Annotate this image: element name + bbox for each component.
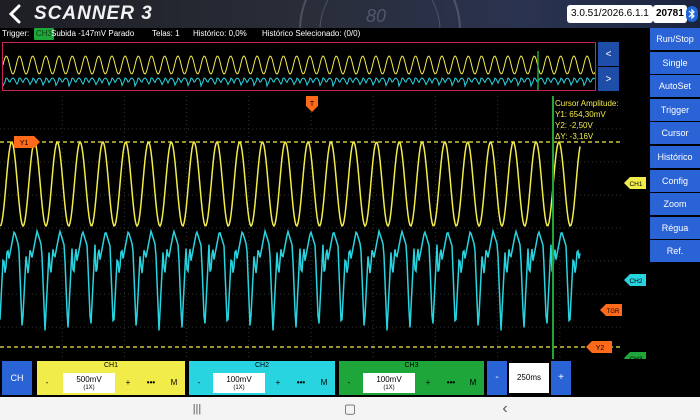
ch3-probe: (1X) [383, 385, 395, 391]
overview-scroll-right-button[interactable]: > [598, 67, 619, 91]
trigger-label: Trigger: [2, 29, 30, 38]
ch1-level-label: CH1 [629, 181, 642, 188]
ch1-mode-button[interactable]: M [167, 371, 181, 395]
single-button[interactable]: Single [650, 51, 700, 74]
ch2-probe: (1X) [233, 385, 245, 391]
ch3-volts-display[interactable]: 100mV (1X) [363, 373, 415, 393]
historico-selected: Histórico Selecionado: (0/0) [262, 29, 361, 38]
overview-waveforms [3, 51, 595, 90]
ch2-level-label: CH2 [629, 278, 642, 285]
ch3-volts: 100mV [376, 375, 402, 384]
ch2-panel: CH2 - 100mV (1X) + ••• M [189, 361, 335, 395]
ch3-more-button[interactable]: ••• [441, 371, 461, 395]
overview-strip[interactable] [2, 42, 596, 91]
cursor-button[interactable]: Cursor [650, 122, 700, 145]
cursor-readout-title: Cursor Amplitude: [555, 99, 619, 108]
recents-icon[interactable]: ||| [188, 401, 206, 416]
telas-count: Telas: 1 [152, 29, 180, 38]
timebase-plus-button[interactable]: + [551, 361, 571, 395]
ch2-minus-button[interactable]: - [189, 371, 209, 395]
scope-canvas: T Y1 Y2 TGR Cursor Amplitude: Y1: 654,30… [0, 96, 622, 360]
home-icon[interactable]: ▢ [341, 401, 359, 416]
version-badge: 3.0.51/2026.6.1.1 [567, 5, 653, 23]
gauge-reading: 80 [366, 6, 386, 26]
ch2-trace [0, 228, 581, 331]
back-icon[interactable]: ‹ [496, 400, 514, 417]
ch2-more-button[interactable]: ••• [291, 371, 311, 395]
trigger-marker-label: T [310, 101, 315, 108]
ch2-volts-display[interactable]: 100mV (1X) [213, 373, 265, 393]
timebase-value[interactable]: 250ms [509, 363, 549, 393]
trigger-button[interactable]: Trigger [650, 98, 700, 121]
ch2-mode-button[interactable]: M [317, 371, 331, 395]
ch1-minus-button[interactable]: - [37, 371, 57, 395]
ch1-volts-display[interactable]: 500mV (1X) [63, 373, 115, 393]
ch1-more-button[interactable]: ••• [141, 371, 161, 395]
timebase-panel: - 250ms + [487, 361, 571, 395]
ch2-volts: 100mV [226, 375, 252, 384]
app-title: SCANNER 3 [34, 3, 153, 24]
tgr-tag-label: TGR [607, 309, 620, 315]
ch1-title: CH1 [103, 362, 118, 369]
regua-button[interactable]: Régua [650, 216, 700, 239]
scope-display[interactable]: T Y1 Y2 TGR Cursor Amplitude: Y1: 654,30… [0, 96, 622, 360]
app-header: SCANNER 3 80 3.0.51/2026.6.1.1 20781 [0, 0, 700, 28]
ch1-probe: (1X) [83, 385, 95, 391]
run-stop-button[interactable]: Run/Stop [650, 28, 700, 50]
bluetooth-icon[interactable] [686, 6, 698, 22]
historico-percent: Histórico: 0,0% [193, 29, 247, 38]
scope-grid [0, 96, 622, 360]
cursor-readout-y1: Y1: 654,30mV [555, 110, 606, 119]
cursor-readout-y2: Y2: -2,50V [555, 121, 593, 130]
ch3-mode-button[interactable]: M [466, 371, 480, 395]
ch1-volts: 500mV [76, 375, 102, 384]
ch2-plus-button[interactable]: + [271, 371, 285, 395]
config-button[interactable]: Config [650, 169, 700, 192]
ch3-minus-button[interactable]: - [339, 371, 359, 395]
overview-scroll-left-button[interactable]: < [598, 42, 619, 66]
trigger-text: Subida -147mV Parado [51, 29, 135, 38]
ch3-panel: CH3 - 100mV (1X) + ••• M [339, 361, 484, 395]
channel-tags: CH1 CH2 CH3 [624, 177, 646, 364]
overview-ch1-trace [3, 55, 595, 75]
overview-ch2-trace [3, 77, 595, 88]
ref-button[interactable]: Ref. [650, 240, 700, 263]
autoset-button[interactable]: AutoSet [650, 75, 700, 98]
gauge-decoration-icon: 80 [299, 0, 461, 28]
ch2-title: CH2 [254, 362, 269, 369]
channel-controls: CH CH1 - 500mV (1X) + ••• M CH2 - 100mV … [0, 359, 700, 397]
cursor-readout-dy: ΔY: -3,16V [555, 132, 594, 141]
historico-button[interactable]: Histórico [650, 145, 700, 168]
ch3-plus-button[interactable]: + [421, 371, 435, 395]
y2-tag-label: Y2 [596, 345, 605, 352]
zoom-button[interactable]: Zoom [650, 193, 700, 216]
status-bar: Trigger: CH3 Subida -147mV Parado Telas:… [0, 28, 646, 40]
ch-button[interactable]: CH [2, 361, 32, 395]
ch3-title: CH3 [404, 362, 419, 369]
y1-tag-label: Y1 [20, 140, 29, 147]
ch1-plus-button[interactable]: + [121, 371, 135, 395]
right-sidebar: Run/Stop Single AutoSet Trigger Cursor H… [650, 28, 700, 264]
timebase-minus-button[interactable]: - [487, 361, 507, 395]
ch1-panel: CH1 - 500mV (1X) + ••• M [37, 361, 185, 395]
serial-badge: 20781 [653, 5, 687, 23]
system-nav-bar: ||| ▢ ‹ [0, 397, 700, 420]
ch1-trace [0, 140, 581, 228]
back-arrow-icon[interactable] [4, 2, 26, 26]
